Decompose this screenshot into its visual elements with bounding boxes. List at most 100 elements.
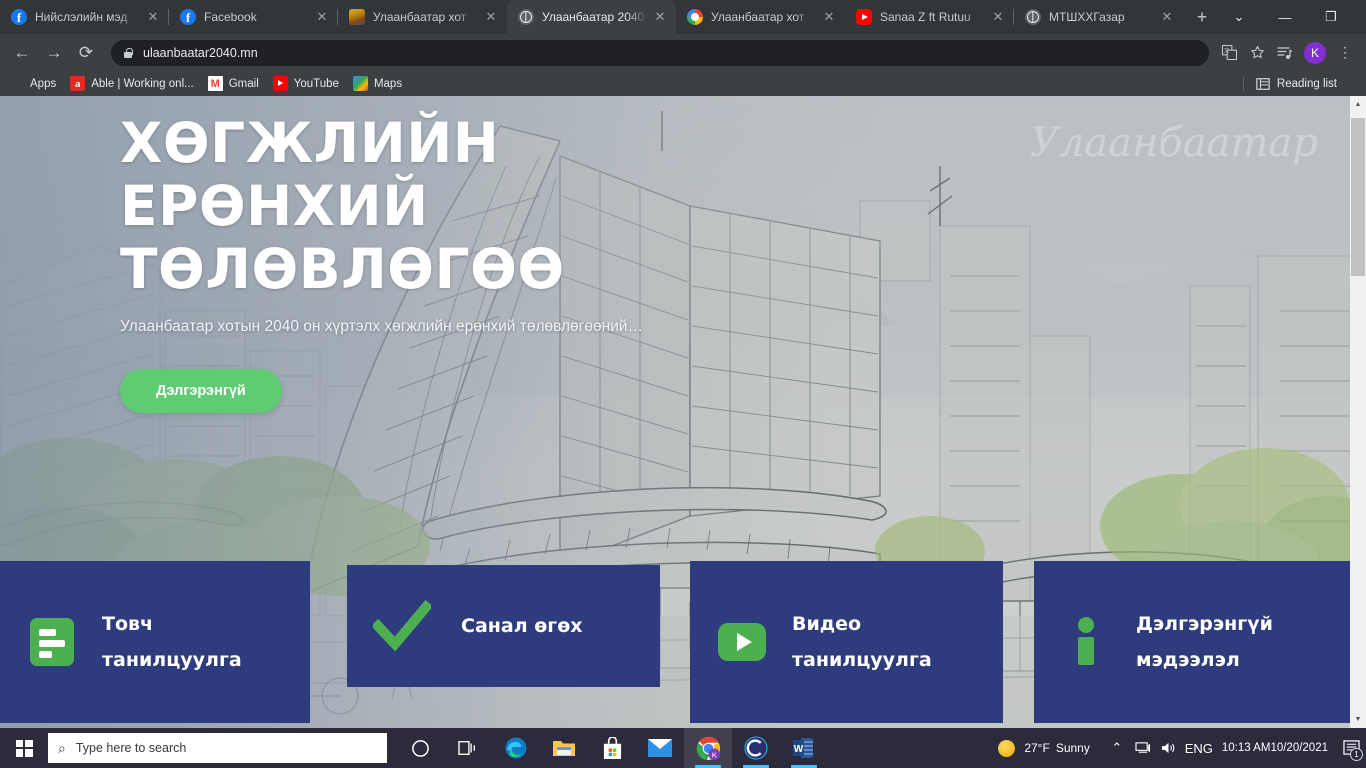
back-icon[interactable]: ← [7,38,37,68]
card-label-line-2: танилцуулга [792,649,932,671]
scrollbar-thumb[interactable] [1351,118,1365,276]
bookmark-apps[interactable]: Apps [9,76,56,91]
reading-list-icon [1256,76,1271,91]
new-tab-button[interactable]: + [1188,3,1216,31]
card-detailed-information[interactable]: Дэлгэрэнгүй мэдээлэл [1034,561,1352,723]
taskbar-clock[interactable]: 10:13 AM 10/20/2021 [1216,741,1336,755]
hero-section: Улаанбаатар ХӨГЖЛИЙН ЕРӨНХИЙ ТӨЛӨВЛӨГӨӨ … [0,96,1366,728]
system-tray: 27°F Sunny ⌃ ENG 10:13 AM 10/20/2021 1 [998,728,1366,768]
facebook-icon: f [180,9,196,25]
forward-icon[interactable]: → [39,38,69,68]
translate-icon[interactable]: 文 [1215,39,1243,67]
card-label: Товч танилцуулга [102,606,242,678]
scrollbar-up-arrow[interactable]: ▲ [1350,96,1366,113]
taskbar-search-input[interactable]: ⌕ Type here to search [48,733,387,763]
tab-close-icon[interactable]: ✕ [990,9,1006,25]
reading-list-button[interactable]: Reading list [1242,76,1343,91]
bookmark-label: Apps [30,77,57,90]
browser-tab-1[interactable]: f Facebook ✕ [169,0,338,34]
tab-title: Facebook [204,10,257,24]
tab-close-icon[interactable]: ✕ [145,9,161,25]
volume-icon[interactable] [1156,728,1182,768]
hero-copy-block: ХӨГЖЛИЙН ЕРӨНХИЙ ТӨЛӨВЛӨГӨӨ Улаанбаатар … [120,112,740,413]
windows-logo-icon [15,739,33,757]
chrome-menu-icon[interactable]: ⋮ [1331,39,1359,67]
chrome-icon[interactable]: K [684,728,732,768]
clock-date: 10/20/2021 [1270,742,1328,754]
window-more-button[interactable]: ⌄ [1216,0,1262,34]
media-icon[interactable] [1271,39,1299,67]
taskbar-weather[interactable]: 27°F Sunny [998,739,1090,757]
bookmark-gmail[interactable]: M Gmail [207,76,259,91]
browser-tab-5[interactable]: Sanaa Z ft Rutuu ✕ [845,0,1014,34]
scrollbar-down-arrow[interactable]: ▼ [1350,711,1366,728]
profile-avatar[interactable]: K [1304,41,1326,64]
crest-icon [349,9,365,25]
cortana-icon[interactable] [396,728,444,768]
gmail-icon: M [207,76,223,91]
info-icon [1060,616,1112,668]
hero-subtitle: Улаанбаатар хотын 2040 он хүртэлх хөгжли… [120,318,643,335]
weather-temp: 27°F [1024,741,1050,755]
card-video-introduction[interactable]: Видео танилцуулга [690,561,1003,723]
check-icon [373,600,431,652]
browser-tab-strip: f Нийслэлийн мэд ✕ f Facebook ✕ Улаанбаа… [0,0,1366,34]
window-minimize-button[interactable]: — [1262,0,1308,34]
tab-close-icon[interactable]: ✕ [483,9,499,25]
youtube-icon [856,9,872,25]
browser-toolbar: ← → ⟳ ulaanbaatar2040.mn 文 K ⋮ [0,34,1366,71]
card-label-line-1: Товч [102,613,154,635]
start-button[interactable] [0,728,48,768]
microsoft-store-icon[interactable] [588,728,636,768]
youtube-icon [272,76,288,91]
search-icon: ⌕ [58,739,66,756]
browser-tab-0[interactable]: f Нийслэлийн мэд ✕ [0,0,169,34]
maps-icon [352,76,368,91]
card-give-feedback[interactable]: Санал өгөх [347,565,660,687]
language-indicator[interactable]: ENG [1182,728,1216,768]
tab-title: Нийслэлийн мэд [35,10,128,24]
browser-tab-2[interactable]: Улаанбаатар хот ✕ [338,0,507,34]
windows-taskbar: ⌕ Type here to search K W 27°F Sunny ⌃ E… [0,728,1366,768]
notification-center-button[interactable]: 1 [1336,728,1366,768]
task-view-icon[interactable] [444,728,492,768]
tab-close-icon[interactable]: ✕ [314,9,330,25]
bookmark-able[interactable]: a Able | Working onl... [70,76,194,91]
network-icon[interactable] [1130,728,1156,768]
address-bar[interactable]: ulaanbaatar2040.mn [111,39,1209,66]
reload-icon[interactable]: ⟳ [71,38,101,68]
address-bar-url: ulaanbaatar2040.mn [143,45,258,60]
window-controls: ⌄ — ❐ ✕ [1216,0,1366,34]
tab-title: Улаанбаатар хот [711,10,805,24]
file-explorer-icon[interactable] [540,728,588,768]
svg-text:文: 文 [1223,47,1229,55]
card-brief-introduction[interactable]: Товч танилцуулга [0,561,310,723]
bookmark-youtube[interactable]: YouTube [272,76,339,91]
sun-icon [998,739,1016,757]
tab-close-icon[interactable]: ✕ [1159,9,1175,25]
bookmark-maps[interactable]: Maps [352,76,402,91]
card-label: Дэлгэрэнгүй мэдээлэл [1136,606,1273,678]
card-label: Санал өгөх [461,613,583,639]
browser-tab-4[interactable]: Улаанбаатар хот ✕ [676,0,845,34]
globe-icon [1025,9,1041,25]
hero-cta-button[interactable]: Дэлгэрэнгүй [120,369,282,413]
svg-text:K: K [711,750,717,759]
hero-title-line-3: ТӨЛӨВЛӨГӨӨ [120,237,565,301]
window-close-button[interactable]: ✕ [1354,0,1366,34]
mail-icon[interactable] [636,728,684,768]
c-app-icon[interactable] [732,728,780,768]
browser-tab-6[interactable]: МТШХХГазар ✕ [1014,0,1183,34]
window-restore-button[interactable]: ❐ [1308,0,1354,34]
tray-chevron-up-icon[interactable]: ⌃ [1104,728,1130,768]
tab-close-icon[interactable]: ✕ [652,9,668,25]
tab-close-icon[interactable]: ✕ [821,9,837,25]
browser-tab-3-active[interactable]: Улаанбаатар 2040 ✕ [507,0,676,34]
bookmark-label: Able | Working onl... [91,77,194,90]
facebook-icon: f [11,9,27,25]
tab-title: МТШХХГазар [1049,10,1125,24]
star-icon[interactable] [1243,39,1271,67]
word-icon[interactable]: W [780,728,828,768]
page-scrollbar[interactable]: ▲ ▼ [1350,96,1366,728]
edge-icon[interactable] [492,728,540,768]
